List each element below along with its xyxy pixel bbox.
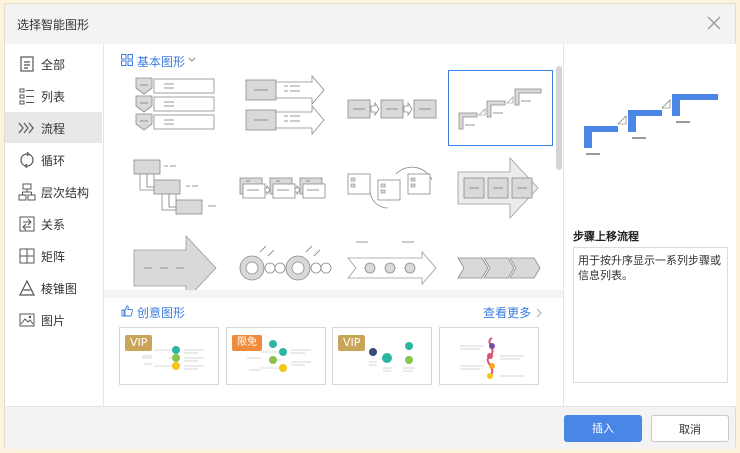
cycle-icon [20, 151, 34, 169]
sidebar-item-hierarchy[interactable]: 层次结构 [5, 176, 102, 207]
preview-description: 用于按升序显示一系列步骤或信息列表。 [573, 247, 728, 383]
sidebar-item-picture[interactable]: 图片 [5, 304, 102, 335]
preview-pane: 步骤上移流程 用于按升序显示一系列步骤或信息列表。 [563, 44, 736, 406]
shape-thumbnail[interactable] [340, 70, 445, 146]
sidebar-item-process[interactable]: 流程 [5, 112, 102, 143]
hierarchy-icon [18, 183, 36, 201]
sidebar-item-label: 关系 [41, 218, 66, 232]
shape-thumbnail[interactable] [124, 230, 229, 302]
sidebar-item-label: 矩阵 [41, 250, 66, 264]
thumbs-up-icon [121, 305, 133, 317]
sidebar-item-list[interactable]: 列表 [5, 80, 102, 111]
chevron-down-icon[interactable] [187, 55, 197, 65]
see-more-label: 查看更多 [483, 306, 532, 320]
sidebar-item-label: 列表 [41, 90, 66, 104]
relationship-icon [19, 216, 35, 232]
category-sidebar: 全部 列表 流程 循环 层次结构 关系 矩阵 棱锥图 图片 [5, 44, 104, 406]
creative-card[interactable] [439, 327, 539, 385]
matrix-icon [19, 248, 35, 264]
close-icon[interactable] [703, 12, 725, 34]
sidebar-item-label: 棱锥图 [41, 282, 78, 296]
creative-card[interactable]: 限免 [226, 327, 326, 385]
sidebar-item-label: 图片 [41, 314, 66, 328]
basic-shapes-icon [121, 54, 133, 66]
chevron-right-icon [536, 308, 542, 318]
basic-shapes-title[interactable]: 基本图形 [137, 53, 185, 70]
sidebar-item-label: 循环 [41, 154, 66, 168]
sidebar-item-matrix[interactable]: 矩阵 [5, 240, 102, 271]
dialog-title: 选择智能图形 [17, 18, 90, 32]
section-divider [104, 290, 563, 298]
shape-thumbnail[interactable] [448, 150, 553, 226]
preview-graphic [584, 94, 718, 155]
sidebar-item-pyramid[interactable]: 棱锥图 [5, 272, 102, 303]
sidebar-item-all[interactable]: 全部 [5, 48, 102, 79]
pyramid-icon [19, 279, 35, 296]
see-more-link[interactable]: 查看更多 [483, 304, 543, 321]
preview-name: 步骤上移流程 [573, 230, 639, 243]
creative-card[interactable]: VIP [119, 327, 219, 385]
shape-thumbnail[interactable] [124, 150, 229, 226]
all-icon [20, 56, 34, 72]
gallery-scrollbar[interactable] [556, 66, 562, 170]
dialog-footer: 插入 取消 [5, 406, 735, 449]
shape-thumbnail-selected[interactable] [448, 70, 553, 146]
sidebar-item-cycle[interactable]: 循环 [5, 144, 102, 175]
shape-thumbnail[interactable] [448, 230, 553, 290]
creative-card[interactable]: VIP [332, 327, 432, 385]
cancel-button[interactable]: 取消 [651, 415, 729, 442]
shape-thumbnail[interactable] [232, 230, 337, 290]
picture-icon [19, 313, 35, 327]
sidebar-item-label: 层次结构 [41, 186, 90, 200]
shape-thumbnail[interactable] [340, 230, 445, 290]
insert-button[interactable]: 插入 [564, 415, 642, 442]
process-icon [18, 122, 34, 134]
creative-shapes-title: 创意图形 [137, 306, 186, 320]
sidebar-item-relationship[interactable]: 关系 [5, 208, 102, 239]
list-icon [19, 88, 34, 105]
shape-thumbnail[interactable] [340, 150, 445, 226]
shape-thumbnail[interactable] [232, 150, 337, 226]
gallery-area: 基本图形 创意图形 查看更多 VIP 限免 VIP [104, 44, 563, 406]
shape-thumbnail[interactable] [232, 70, 337, 146]
shape-thumbnail[interactable] [124, 70, 229, 146]
sidebar-item-label: 全部 [41, 58, 66, 72]
sidebar-item-label: 流程 [41, 122, 66, 136]
dialog-titlebar: 选择智能图形 [5, 4, 735, 44]
smart-graphic-dialog: 选择智能图形 全部 列表 流程 循环 层次结构 关系 矩阵 棱锥图 图片 基本图… [4, 3, 736, 449]
